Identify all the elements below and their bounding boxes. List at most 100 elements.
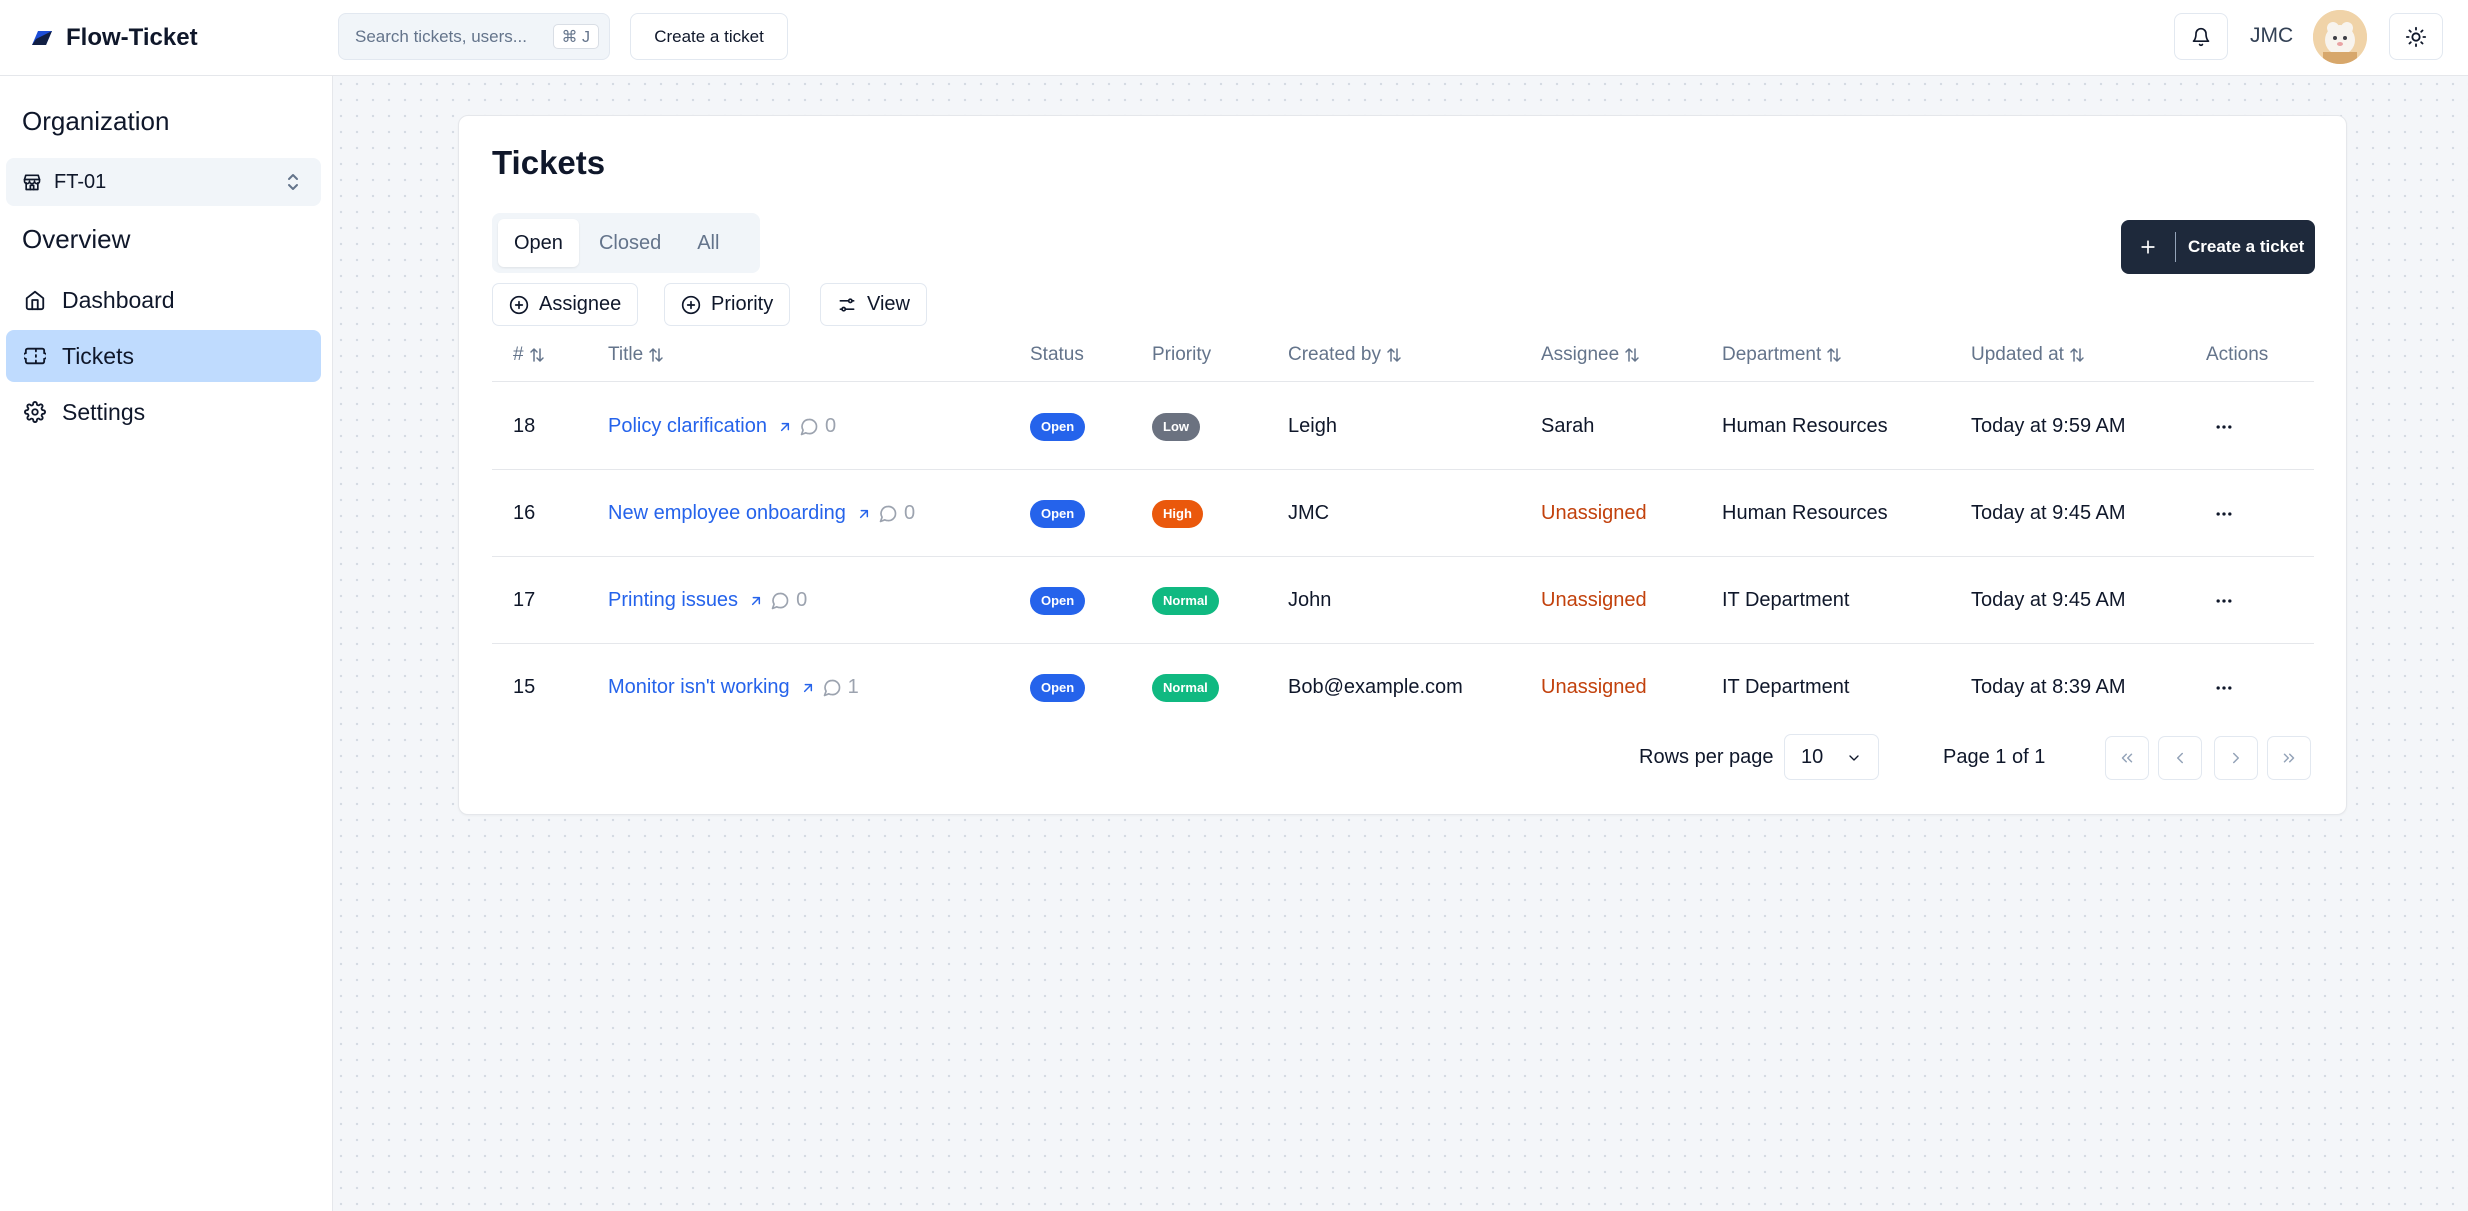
created-by: John — [1288, 589, 1332, 611]
column-header-status: Status — [1030, 344, 1084, 365]
header-create-ticket-button[interactable]: Create a ticket — [630, 13, 788, 60]
create-ticket-label: Create a ticket — [2188, 237, 2305, 256]
updated-at: Today at 8:39 AM — [1971, 676, 2126, 698]
created-by: Bob@example.com — [1288, 676, 1463, 698]
first-page-button[interactable] — [2105, 736, 2149, 780]
column-header-title[interactable]: Title — [608, 328, 665, 382]
assignee-filter-button[interactable]: Assignee — [492, 283, 639, 326]
chevron-left-icon — [2177, 752, 2183, 764]
priority-badge: Low — [1152, 412, 1200, 441]
assignee: Unassigned — [1541, 502, 1647, 524]
assignee: Unassigned — [1541, 676, 1647, 698]
create-ticket-button[interactable]: Create a ticket — [2121, 220, 2315, 274]
overview-heading: Overview — [22, 224, 131, 254]
column-header-updated-at[interactable]: Updated at — [1971, 328, 2086, 382]
row-actions-button[interactable] — [2206, 496, 2242, 532]
ticket-title-link[interactable]: Policy clarification — [608, 415, 793, 438]
table-row: 18 Policy clarification 0 Open Low Leigh… — [492, 383, 2314, 470]
plus-circle-icon — [681, 295, 701, 314]
tab-closed[interactable]: Closed — [583, 219, 677, 267]
column-header-department[interactable]: Department — [1722, 328, 1843, 382]
department: Human Resources — [1722, 502, 1888, 524]
avatar[interactable] — [2313, 10, 2367, 64]
last-page-button[interactable] — [2267, 736, 2311, 780]
plus-icon — [2121, 237, 2175, 257]
page-title: Tickets — [492, 144, 606, 181]
main-area: Tickets Open Closed All Create a ticket … — [333, 76, 2468, 1211]
priority-badge: Normal — [1152, 586, 1219, 615]
created-by: Leigh — [1288, 415, 1337, 437]
sort-icon — [649, 348, 663, 362]
search-input[interactable] — [355, 26, 555, 47]
search-shortcut: ⌘ J — [552, 24, 599, 49]
table-row: 17 Printing issues 0 Open Normal John Un… — [492, 557, 2314, 644]
more-horizontal-icon — [2216, 598, 2232, 603]
chevrons-right-icon — [2283, 753, 2295, 763]
sort-icon — [1827, 348, 1842, 362]
comment-count: 0 — [878, 502, 915, 525]
ticket-id: 17 — [513, 589, 536, 611]
gear-icon — [24, 401, 46, 423]
ticket-title-link[interactable]: New employee onboarding — [608, 502, 872, 525]
column-header-actions: Actions — [2206, 344, 2269, 365]
sliders-icon — [839, 297, 855, 312]
updated-at: Today at 9:59 AM — [1971, 415, 2126, 437]
sort-icon — [1387, 348, 1401, 362]
organization-select[interactable]: FT-01 — [6, 158, 321, 206]
row-actions-button[interactable] — [2206, 583, 2242, 619]
sort-icon — [2070, 348, 2084, 362]
priority-badge: Normal — [1152, 673, 1219, 702]
ticket-id: 15 — [513, 676, 536, 698]
sidebar-item-settings[interactable]: Settings — [6, 386, 321, 438]
comment-count: 1 — [822, 676, 859, 699]
priority-badge: High — [1152, 499, 1203, 528]
ticket-title-link[interactable]: Monitor isn't working — [608, 676, 816, 699]
ticket-title-link[interactable]: Printing issues — [608, 589, 764, 612]
filter-label: View — [867, 293, 910, 315]
column-header-priority: Priority — [1152, 344, 1212, 365]
chevrons-up-down-icon — [288, 174, 298, 190]
page-indicator: Page 1 of 1 — [1943, 746, 2046, 768]
more-horizontal-icon — [2216, 424, 2232, 429]
tab-all[interactable]: All — [681, 219, 735, 267]
sidebar: Organization FT-01 Overview Dashboard Ti… — [0, 76, 333, 1211]
assignee: Unassigned — [1541, 589, 1647, 611]
top-header: Flow-Ticket ⌘ J Create a ticket JMC — [0, 0, 2468, 76]
chevron-down-icon — [1849, 755, 1859, 761]
sort-icon — [529, 348, 544, 362]
sidebar-item-label: Settings — [62, 398, 146, 425]
tab-open[interactable]: Open — [498, 219, 579, 267]
column-header-id[interactable]: # — [513, 328, 546, 382]
next-page-button[interactable] — [2214, 736, 2258, 780]
brand[interactable]: Flow-Ticket — [32, 0, 198, 76]
message-circle-icon — [771, 592, 789, 609]
app-name: Flow-Ticket — [66, 24, 198, 51]
assignee: Sarah — [1541, 415, 1595, 437]
search-box[interactable]: ⌘ J — [338, 13, 610, 60]
status-badge: Open — [1030, 499, 1086, 528]
theme-toggle-button[interactable] — [2389, 13, 2443, 60]
sidebar-item-label: Dashboard — [62, 286, 175, 313]
view-options-button[interactable]: View — [820, 283, 927, 326]
rows-per-page-select[interactable]: 10 — [1784, 734, 1879, 780]
sidebar-item-tickets[interactable]: Tickets — [6, 330, 321, 382]
column-header-assignee[interactable]: Assignee — [1541, 328, 1641, 382]
chevron-right-icon — [2233, 752, 2239, 764]
status-badge: Open — [1030, 412, 1086, 441]
plus-circle-icon — [509, 295, 529, 314]
more-horizontal-icon — [2216, 685, 2232, 690]
chevrons-left-icon — [2121, 753, 2133, 763]
ticket-icon — [24, 347, 46, 365]
row-actions-button[interactable] — [2206, 670, 2242, 706]
priority-filter-button[interactable]: Priority — [664, 283, 791, 326]
column-header-created-by[interactable]: Created by — [1288, 328, 1403, 382]
ticket-id: 18 — [513, 415, 536, 437]
previous-page-button[interactable] — [2158, 736, 2202, 780]
filter-label: Priority — [711, 293, 774, 315]
sidebar-item-dashboard[interactable]: Dashboard — [6, 274, 321, 326]
notifications-button[interactable] — [2174, 13, 2228, 60]
row-actions-button[interactable] — [2206, 409, 2242, 445]
updated-at: Today at 9:45 AM — [1971, 589, 2126, 611]
department: IT Department — [1722, 676, 1850, 698]
sidebar-item-label: Tickets — [62, 342, 134, 369]
